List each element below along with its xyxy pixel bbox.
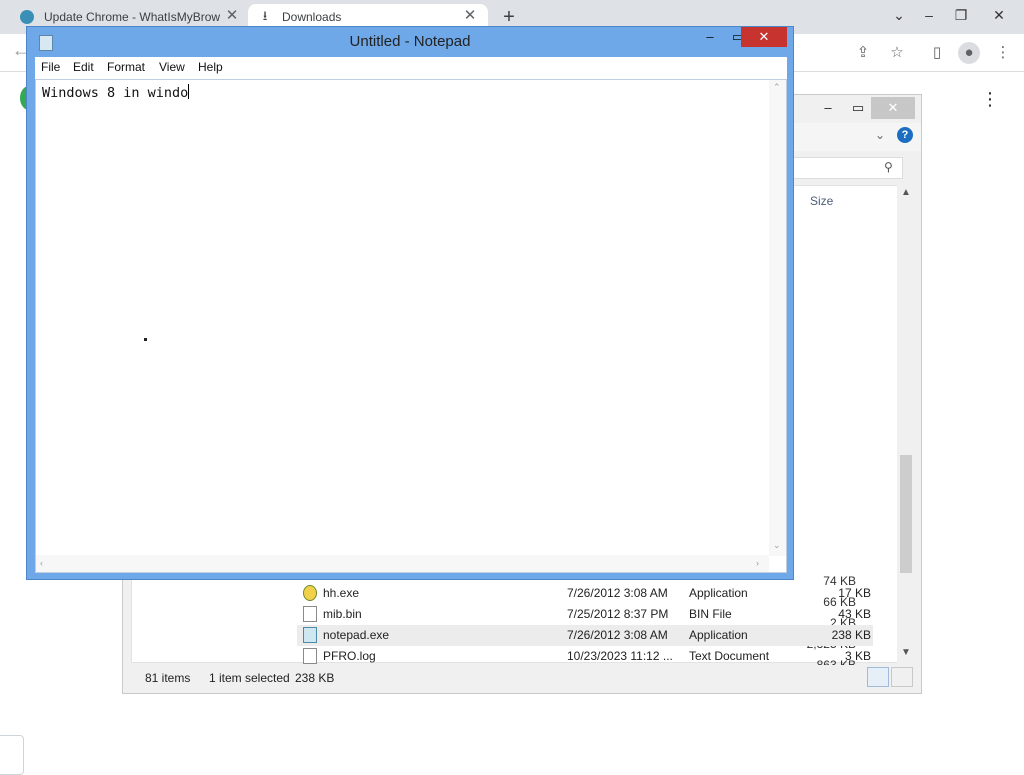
restore-icon[interactable]: ❐ bbox=[946, 2, 976, 28]
close-icon[interactable]: ✕ bbox=[741, 27, 787, 47]
file-type: Application bbox=[689, 628, 748, 642]
file-date: 7/26/2012 3:08 AM bbox=[567, 628, 668, 642]
vertical-scrollbar[interactable]: ▲ ▼ bbox=[897, 185, 915, 663]
file-type: BIN File bbox=[689, 607, 732, 621]
table-row[interactable]: notepad.exe 7/26/2012 3:08 AM Applicatio… bbox=[297, 625, 873, 646]
scroll-down-icon[interactable]: ⌄ bbox=[773, 540, 781, 551]
tab-title: Update Chrome - WhatIsMyBrow bbox=[44, 10, 220, 24]
profile-icon[interactable]: ● bbox=[958, 42, 980, 64]
close-tab-icon[interactable]: ✕ bbox=[462, 8, 478, 24]
text-editor[interactable]: Windows 8 in windo ⌃ ⌄ ‹ › bbox=[35, 79, 787, 573]
scroll-down-icon[interactable]: ▼ bbox=[901, 647, 911, 658]
selection-count: 1 item selected bbox=[209, 671, 290, 685]
menu-icon[interactable]: ⋮ bbox=[992, 42, 1014, 64]
vertical-scrollbar[interactable]: ⌃ ⌄ bbox=[769, 80, 786, 556]
file-name: notepad.exe bbox=[323, 628, 390, 642]
close-tab-icon[interactable]: ✕ bbox=[224, 8, 240, 24]
minimize-icon[interactable]: – bbox=[813, 97, 843, 119]
search-input[interactable]: ⚲ bbox=[783, 157, 903, 179]
scroll-up-icon[interactable]: ▲ bbox=[901, 187, 911, 198]
chevron-down-icon[interactable]: ⌄ bbox=[875, 128, 885, 142]
file-name: hh.exe bbox=[323, 586, 360, 600]
file-date: 10/23/2023 11:12 ... bbox=[567, 649, 673, 663]
menu-file[interactable]: File bbox=[41, 60, 60, 74]
editor-content[interactable]: Windows 8 in windo bbox=[42, 84, 190, 101]
details-view-icon[interactable] bbox=[867, 667, 889, 687]
file-date: 7/25/2012 8:37 PM bbox=[567, 607, 669, 621]
table-row[interactable]: hh.exe 7/26/2012 3:08 AM Application 17 … bbox=[297, 583, 873, 604]
menu-edit[interactable]: Edit bbox=[73, 60, 94, 74]
menu-view[interactable]: View bbox=[159, 60, 185, 74]
maximize-icon[interactable]: ▭ bbox=[843, 97, 873, 119]
menu-help[interactable]: Help bbox=[198, 60, 223, 74]
download-icon: ⭳ bbox=[262, 8, 268, 23]
notepad-titlebar[interactable]: Untitled - Notepad – ▭ ✕ bbox=[27, 27, 793, 57]
chevron-down-icon[interactable]: ⌄ bbox=[884, 2, 914, 28]
scrollbar-thumb[interactable] bbox=[900, 455, 912, 573]
file-type: Application bbox=[689, 586, 748, 600]
taskbar-fragment bbox=[0, 735, 24, 775]
file-size: 43 KB bbox=[838, 607, 871, 621]
minimize-icon[interactable]: – bbox=[695, 27, 725, 47]
file-name: mib.bin bbox=[323, 607, 362, 621]
large-icons-view-icon[interactable] bbox=[891, 667, 913, 687]
scroll-right-icon[interactable]: › bbox=[756, 558, 759, 568]
text-caret bbox=[188, 84, 190, 99]
menu-format[interactable]: Format bbox=[107, 60, 145, 74]
editor-text: Windows 8 in windo bbox=[42, 85, 189, 101]
file-icon bbox=[303, 606, 317, 622]
column-header-size[interactable]: Size bbox=[810, 194, 833, 208]
file-size: 238 KB bbox=[831, 628, 871, 642]
minimize-icon[interactable]: – bbox=[914, 2, 944, 28]
file-date: 7/26/2012 3:08 AM bbox=[567, 586, 668, 600]
scroll-up-icon[interactable]: ⌃ bbox=[773, 82, 781, 93]
selection-size: 238 KB bbox=[295, 671, 335, 685]
help-file-icon bbox=[303, 585, 317, 601]
share-icon[interactable]: ⇪ bbox=[852, 42, 874, 64]
close-icon[interactable]: ✕ bbox=[871, 97, 915, 119]
star-icon[interactable]: ☆ bbox=[886, 42, 908, 64]
scroll-left-icon[interactable]: ‹ bbox=[40, 558, 43, 568]
table-row[interactable]: mib.bin 7/25/2012 8:37 PM BIN File 43 KB bbox=[297, 604, 873, 625]
status-bar: 81 items 1 item selected 238 KB bbox=[123, 665, 921, 693]
table-row[interactable]: PFRO.log 10/23/2023 11:12 ... Text Docum… bbox=[297, 646, 873, 667]
file-type: Text Document bbox=[689, 649, 770, 663]
menu-bar: File Edit Format View Help bbox=[35, 57, 787, 79]
file-size: 3 KB bbox=[844, 649, 871, 663]
close-window-icon[interactable]: ✕ bbox=[984, 2, 1014, 28]
file-name: PFRO.log bbox=[323, 649, 376, 663]
notepad-window: Untitled - Notepad – ▭ ✕ File Edit Forma… bbox=[26, 26, 794, 580]
file-icon bbox=[303, 648, 317, 664]
window-title: Untitled - Notepad bbox=[349, 33, 471, 50]
help-icon[interactable]: ? bbox=[897, 127, 913, 143]
new-tab-button[interactable]: + bbox=[498, 6, 520, 28]
sidebar-icon[interactable]: ▯ bbox=[926, 42, 948, 64]
mouse-pointer-dot bbox=[144, 338, 147, 341]
tab-title: Downloads bbox=[282, 10, 342, 24]
item-count: 81 items bbox=[145, 671, 191, 685]
horizontal-scrollbar[interactable]: ‹ › bbox=[36, 555, 769, 572]
file-size: 17 KB bbox=[838, 586, 871, 600]
globe-icon bbox=[20, 10, 34, 24]
notepad-icon bbox=[303, 627, 317, 643]
search-icon: ⚲ bbox=[884, 160, 893, 174]
page-menu-icon[interactable]: ⋮ bbox=[980, 88, 1000, 110]
